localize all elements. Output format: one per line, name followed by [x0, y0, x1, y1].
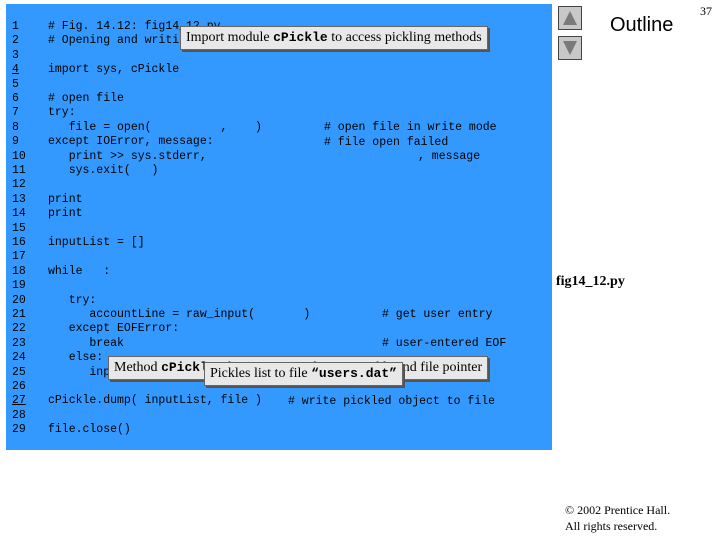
callout-import-pre: Import module — [186, 30, 274, 45]
code-text: file = open( , ) — [48, 120, 262, 134]
next-slide-button[interactable] — [558, 36, 582, 60]
code-line: 13 print — [6, 193, 552, 207]
code-text: # open file — [48, 92, 124, 105]
code-line: 29 file.close() — [6, 423, 552, 437]
outline-heading: Outline — [610, 14, 674, 36]
code-line: 14 print — [6, 207, 552, 221]
line-number: 3 — [12, 48, 19, 62]
code-line: 20 try: — [6, 294, 552, 308]
line-number: 5 — [12, 77, 19, 91]
previous-slide-button[interactable] — [558, 6, 582, 30]
line-number: 17 — [12, 250, 26, 264]
comment-line-27: # write pickled object to file — [288, 395, 496, 408]
code-line: 9 except IOError, message: — [6, 135, 552, 149]
line-number: 15 — [12, 221, 26, 235]
code-line: 19 — [6, 279, 552, 293]
line-number: 10 — [12, 149, 26, 163]
callout-pickles-code: “users.dat” — [311, 366, 397, 381]
code-line: 16 inputList = [] — [6, 236, 552, 250]
code-text: file.close() — [48, 423, 131, 437]
code-text: cPickle.dump( inputList, file ) — [48, 394, 262, 408]
line-number: 22 — [12, 322, 26, 336]
copyright-line-2: All rights reserved. — [565, 519, 658, 533]
code-line: 5 — [6, 78, 552, 92]
line-number: 26 — [12, 380, 26, 393]
callout-pickles-pre: Pickles list to file — [210, 366, 312, 381]
code-line: 22 except EOFError: — [6, 322, 552, 336]
code-line: 3 — [6, 49, 552, 63]
line-number: 14 — [12, 207, 26, 221]
code-line: 28 — [6, 409, 552, 423]
comment-line-21: # get user entry — [382, 308, 493, 321]
code-text: while : — [48, 264, 111, 278]
line-number: 24 — [12, 351, 26, 365]
copyright-notice: © 2002 Prentice Hall. All rights reserve… — [565, 502, 670, 534]
copyright-line-1: © 2002 Prentice Hall. — [565, 503, 671, 517]
line-number: 4 — [12, 63, 19, 77]
comment-line-9: # file open failed — [324, 136, 449, 149]
code-text: break — [48, 336, 124, 350]
code-line: 11 sys.exit( ) — [6, 164, 552, 178]
code-line: 17 — [6, 250, 552, 264]
triangle-down-icon — [563, 41, 577, 55]
code-text: try: — [48, 106, 76, 120]
code-text: print >> sys.stderr, — [48, 149, 207, 163]
line-number: 23 — [12, 336, 26, 350]
code-line: 18 while : — [6, 265, 552, 279]
comment-line-10: , message — [418, 150, 481, 163]
code-text: try: — [48, 293, 97, 307]
line-number: 27 — [12, 394, 26, 408]
code-text: accountLine = raw_input( ) — [48, 308, 311, 321]
callout-import: Import module cPickle to access pickling… — [180, 26, 488, 50]
code-line: 15 — [6, 222, 552, 236]
line-number: 16 — [12, 236, 26, 249]
triangle-up-icon — [563, 11, 577, 25]
code-text: sys.exit( ) — [48, 164, 159, 177]
file-name-label: fig14_12.py — [556, 274, 625, 289]
line-number: 11 — [12, 164, 26, 177]
comment-line-23: # user-entered EOF — [382, 337, 507, 350]
line-number: 29 — [12, 423, 26, 437]
code-line: 4 import sys, cPickle — [6, 63, 552, 77]
line-number: 19 — [12, 279, 26, 293]
line-number: 1 — [12, 20, 19, 33]
line-number: 12 — [12, 178, 26, 192]
code-text: except IOError, message: — [48, 135, 214, 149]
line-number: 2 — [12, 34, 19, 48]
page-number: 37 — [700, 4, 712, 18]
callout-pickles: Pickles list to file “users.dat” — [204, 362, 403, 386]
code-text: import sys, cPickle — [48, 63, 180, 77]
line-number: 18 — [12, 264, 26, 278]
line-number: 13 — [12, 192, 26, 206]
line-number: 9 — [12, 135, 19, 149]
code-text: print — [48, 192, 83, 206]
code-text: inputList = [] — [48, 236, 145, 249]
code-line: 12 — [6, 178, 552, 192]
line-number: 28 — [12, 408, 26, 422]
line-number: 8 — [12, 120, 19, 134]
code-text: except EOFError: — [48, 322, 180, 336]
code-text: else: — [48, 351, 104, 365]
code-line: 7 try: — [6, 106, 552, 120]
line-number: 25 — [12, 365, 26, 379]
callout-import-code: cPickle — [273, 30, 328, 45]
line-number: 21 — [12, 308, 26, 321]
callout-dump-pre: Method — [114, 360, 162, 375]
line-number: 6 — [12, 92, 19, 105]
callout-import-post: to access pickling methods — [327, 30, 482, 45]
code-line: 6 # open file — [6, 92, 552, 106]
code-text: print — [48, 207, 83, 221]
line-number: 7 — [12, 106, 19, 120]
line-number: 20 — [12, 293, 26, 307]
comment-line-8: # open file in write mode — [324, 121, 497, 134]
